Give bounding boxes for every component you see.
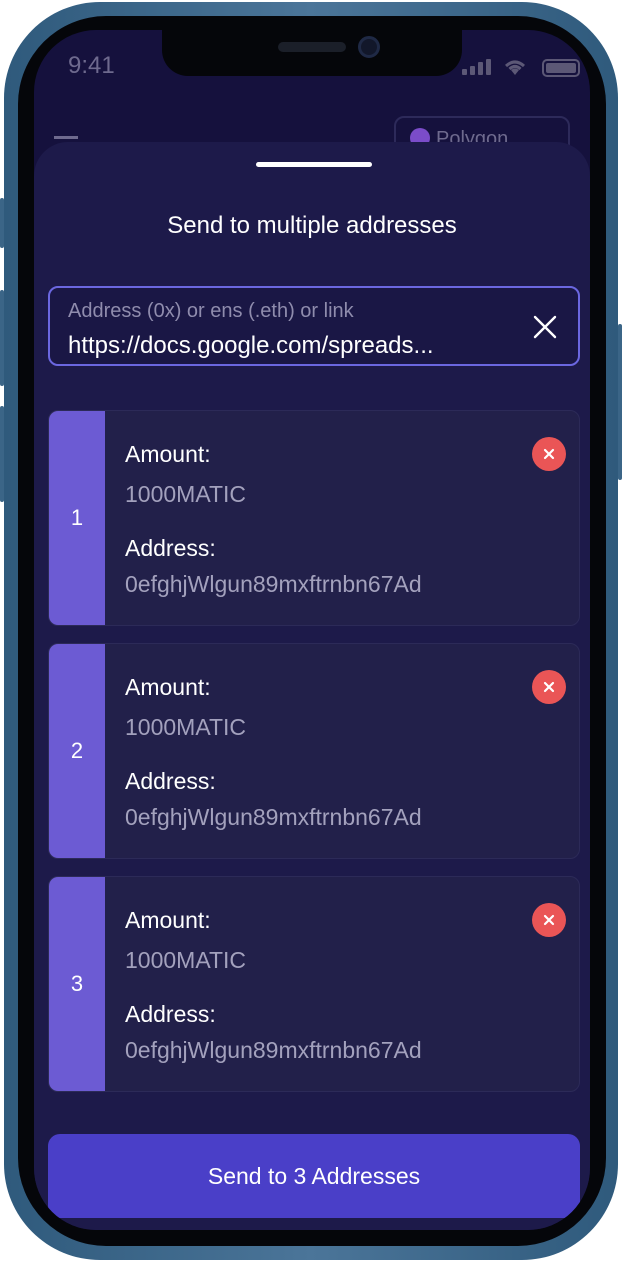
remove-recipient-button[interactable] [532,437,566,471]
status-icons [460,57,580,77]
status-time: 9:41 [68,52,115,79]
send-button[interactable]: Send to 3 Addresses [48,1134,580,1218]
status-bar: 9:41 [34,30,590,110]
address-label: Address: [125,768,216,794]
sheet-title: Send to multiple addresses [167,212,457,239]
remove-recipient-button[interactable] [532,903,566,937]
address-value: 0efghjWlgun89mxftrnbn67Ad [125,571,422,597]
side-button-silent [0,198,4,248]
amount-label: Amount: [125,674,211,700]
address-label: Address: [125,535,216,561]
sheet-drag-handle[interactable] [256,162,372,167]
address-input-value[interactable]: https://docs.google.com/spreads... [68,332,434,360]
front-camera-icon [358,36,380,58]
battery-icon [542,59,580,77]
recipient-index: 3 [49,877,105,1091]
amount-label: Amount: [125,907,211,933]
recipient-index: 1 [49,411,105,625]
side-button-volume-up [0,290,4,386]
address-label: Address: [125,1001,216,1027]
recipient-index: 2 [49,644,105,858]
notch [162,30,462,76]
phone-screen: 9:41 Polygon Send to multiple addresses … [34,30,590,1230]
close-icon [543,914,555,926]
wifi-icon [505,60,525,75]
address-input-placeholder: Address (0x) or ens (.eth) or link [68,300,354,322]
amount-label: Amount: [125,441,211,467]
signal-icon [462,59,491,75]
recipient-card: 2 Amount: 1000MATIC Address: 0efghjWlgun… [48,643,580,859]
amount-value: 1000MATIC [125,481,247,507]
recipient-card: 1 Amount: 1000MATIC Address: 0efghjWlgun… [48,410,580,626]
close-icon [543,681,555,693]
close-icon [543,448,555,460]
clear-icon[interactable] [532,314,558,340]
address-input[interactable]: Address (0x) or ens (.eth) or link https… [48,286,580,366]
remove-recipient-button[interactable] [532,670,566,704]
side-button-volume-down [0,406,4,502]
bottom-sheet: Send to multiple addresses Address (0x) … [34,142,590,1230]
address-value: 0efghjWlgun89mxftrnbn67Ad [125,804,422,830]
side-button-power [618,324,622,480]
menu-icon[interactable] [54,136,78,139]
address-value: 0efghjWlgun89mxftrnbn67Ad [125,1037,422,1063]
amount-value: 1000MATIC [125,714,247,740]
speaker-grille [278,42,346,52]
amount-value: 1000MATIC [125,947,247,973]
recipient-card: 3 Amount: 1000MATIC Address: 0efghjWlgun… [48,876,580,1092]
